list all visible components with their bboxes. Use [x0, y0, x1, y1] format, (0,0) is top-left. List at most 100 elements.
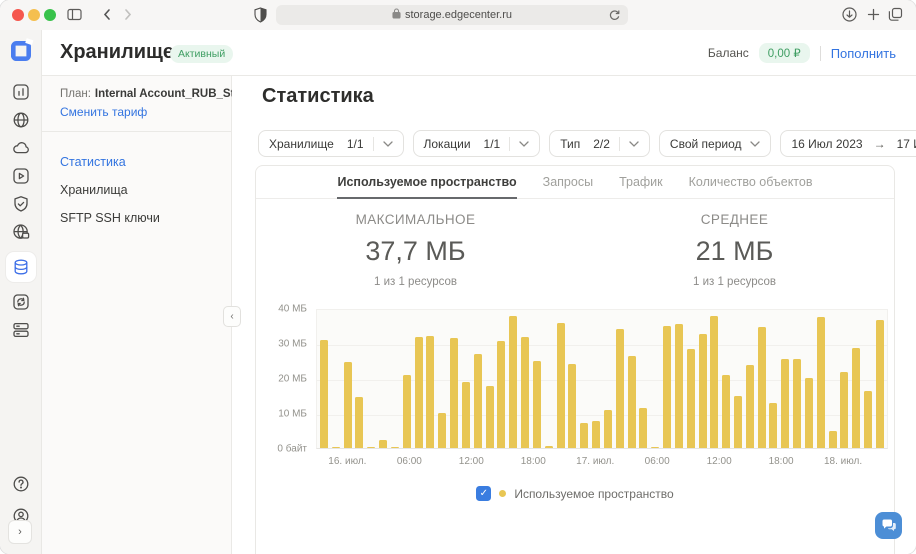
period-filter[interactable]: Свой период: [659, 130, 772, 157]
plot-area: [316, 309, 888, 449]
nav-item[interactable]: SFTP SSH ключи: [42, 204, 231, 232]
tab-inactive[interactable]: Количество объектов: [689, 166, 813, 198]
back-icon[interactable]: [100, 7, 115, 22]
rail-item-analytics[interactable]: [6, 78, 36, 106]
rail-item-dns-globe[interactable]: [6, 218, 36, 246]
service-rail: ›: [0, 30, 42, 554]
stats-row: МАКСИМАЛЬНОЕ37,7 МБ1 из 1 ресурсовСРЕДНЕ…: [256, 212, 894, 288]
filter-dropdown[interactable]: Тип 2/2: [549, 130, 650, 157]
rail-item-help[interactable]: [6, 470, 36, 498]
url-text: storage.edgecenter.ru: [405, 9, 512, 21]
chart-bar: [426, 336, 434, 448]
rail-item-security-shield[interactable]: [6, 190, 36, 218]
chart-bar: [663, 326, 671, 449]
reload-icon[interactable]: [608, 8, 621, 24]
chart-legend: ✓ Используемое пространство: [256, 486, 894, 501]
lock-icon: [392, 8, 401, 22]
rail-item-hosting-server[interactable]: [6, 316, 36, 344]
chart-bar: [391, 447, 399, 449]
stat-label: МАКСИМАЛЬНОЕ: [256, 212, 575, 227]
stat-label: СРЕДНЕЕ: [575, 212, 894, 227]
tab-inactive[interactable]: Трафик: [619, 166, 663, 198]
filter-label: Хранилище: [269, 137, 334, 151]
divider: [509, 137, 510, 151]
filter-dropdown[interactable]: Локации1/1: [413, 130, 541, 157]
stat-sub: 1 из 1 ресурсов: [575, 276, 894, 288]
tab-inactive[interactable]: Запросы: [543, 166, 593, 198]
arrow-right-icon: →: [872, 137, 888, 151]
chart-bar: [545, 446, 553, 448]
chart-bar: [758, 327, 766, 448]
new-tab-icon[interactable]: [865, 6, 882, 23]
streaming-icon: [11, 166, 31, 186]
rail-item-storage-database[interactable]: [6, 252, 36, 282]
chart-bar: [521, 337, 529, 448]
minimize-button[interactable]: [28, 9, 40, 21]
tab-active[interactable]: Используемое пространство: [337, 166, 516, 198]
chart-bar: [687, 349, 695, 448]
chart-bar: [746, 365, 754, 448]
edgecenter-logo: [7, 37, 35, 65]
section-nav: СтатистикаХранилищаSFTP SSH ключи: [42, 132, 231, 232]
backup-sync-icon: [11, 292, 31, 312]
downloads-icon[interactable]: [841, 6, 858, 23]
date-to: 17 Июл 2023: [897, 137, 916, 151]
y-tick-label: 30 МБ: [278, 339, 307, 350]
balance-value: 0,00 ₽: [759, 43, 810, 63]
chart-bar: [497, 341, 505, 448]
chart-bar: [852, 348, 860, 448]
date-range-picker[interactable]: 16 Июл 2023 → 17 Июл 2023: [780, 130, 916, 157]
change-tariff-link[interactable]: Сменить тариф: [60, 105, 217, 119]
chart-bar: [580, 423, 588, 448]
chevron-down-icon: [519, 141, 529, 147]
legend-checkbox[interactable]: ✓: [476, 486, 491, 501]
nav-item[interactable]: Хранилища: [42, 176, 231, 204]
bars-container: [320, 310, 884, 448]
rail-item-backup-sync[interactable]: [6, 288, 36, 316]
chart-bar: [722, 375, 730, 449]
filter-label: Тип: [560, 137, 580, 151]
forward-icon[interactable]: [120, 7, 135, 22]
rail-item-cdn-globe[interactable]: [6, 106, 36, 134]
nav-item[interactable]: Статистика: [42, 148, 231, 176]
privacy-shield-icon[interactable]: [254, 7, 267, 23]
filter-dropdown[interactable]: Хранилище 1/1: [258, 130, 404, 157]
chevron-right-icon: ›: [18, 526, 22, 538]
chart-bar: [438, 413, 446, 448]
filter-value: 2/2: [593, 137, 610, 151]
chart-bar: [355, 397, 363, 448]
chart-bar: [533, 361, 541, 448]
rail-icon-list: [0, 78, 41, 344]
browser-toolbar: storage.edgecenter.ru: [0, 0, 916, 30]
chart-bar: [367, 447, 375, 449]
chart-bar: [710, 316, 718, 448]
stat-value: 21 МБ: [575, 236, 894, 267]
security-shield-icon: [11, 194, 31, 214]
stat-block: СРЕДНЕЕ 21 МБ 1 из 1 ресурсов: [575, 212, 894, 288]
zoom-button[interactable]: [44, 9, 56, 21]
filter-value: 1/1: [347, 137, 364, 151]
panel-collapse-button[interactable]: ‹: [223, 306, 241, 327]
chart-bar: [320, 340, 328, 449]
rail-item-cloud[interactable]: [6, 134, 36, 162]
stat-sub: 1 из 1 ресурсов: [256, 276, 575, 288]
rail-expand-button[interactable]: ›: [8, 520, 32, 544]
x-tick-label: 17. июл.: [576, 456, 614, 467]
x-tick-label: 18:00: [521, 456, 546, 467]
storage-database-icon: [11, 257, 31, 277]
left-panel: План: Internal Account_RUB_St... i Смени…: [42, 76, 232, 554]
chart-bar: [474, 354, 482, 449]
address-bar[interactable]: storage.edgecenter.ru: [276, 5, 628, 25]
chart-bar: [592, 421, 600, 448]
rail-item-streaming[interactable]: [6, 162, 36, 190]
close-button[interactable]: [12, 9, 24, 21]
chevron-down-icon: [629, 141, 639, 147]
chart-bar: [509, 316, 517, 448]
chart-bar: [568, 364, 576, 448]
topup-link[interactable]: Пополнить: [831, 46, 896, 61]
chart-bar: [639, 408, 647, 448]
support-chat-button[interactable]: [875, 512, 902, 539]
sidebar-toggle-icon[interactable]: [66, 6, 83, 23]
tab-overview-icon[interactable]: [887, 6, 904, 23]
chart-bar: [876, 320, 884, 448]
